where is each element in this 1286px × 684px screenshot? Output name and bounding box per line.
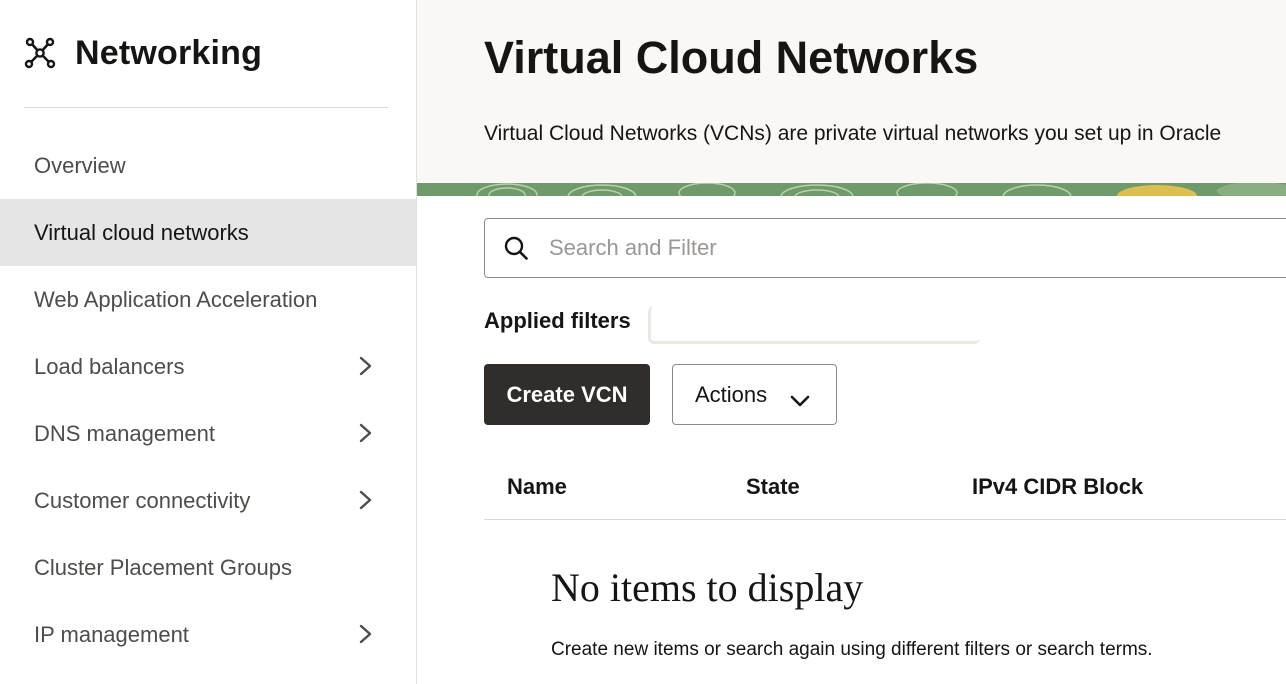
actions-menu-button[interactable]: Actions — [672, 364, 837, 425]
sidebar-brand: Networking — [24, 30, 262, 76]
sidebar-item-label: IP management — [34, 621, 189, 647]
chevron-right-icon[interactable] — [356, 623, 376, 645]
column-header-ipv4-cidr-block[interactable]: IPv4 CIDR Block — [972, 474, 1143, 500]
sidebar-item-load-balancers[interactable]: Load balancers — [0, 333, 416, 400]
search-icon — [503, 235, 529, 261]
page-header: Virtual Cloud Networks Virtual Cloud Net… — [417, 0, 1286, 183]
sidebar-item-label: Cluster Placement Groups — [34, 554, 292, 580]
header-banner-image — [417, 183, 1286, 196]
sidebar-item-web-application-acceleration[interactable]: Web Application Acceleration — [0, 266, 416, 333]
sidebar-item-label: Web Application Acceleration — [34, 286, 318, 312]
sidebar-item-customer-connectivity[interactable]: Customer connectivity — [0, 467, 416, 534]
sidebar-nav: Overview Virtual cloud networks Web Appl… — [0, 132, 416, 668]
sidebar-title: Networking — [75, 33, 263, 72]
chevron-right-icon[interactable] — [356, 489, 376, 511]
sidebar-item-label: Customer connectivity — [34, 487, 251, 513]
column-header-name[interactable]: Name — [507, 474, 567, 500]
sidebar: Networking Overview Virtual cloud networ… — [0, 0, 417, 684]
sidebar-divider — [24, 107, 388, 108]
empty-state-title: No items to display — [551, 565, 864, 610]
applied-filters-area — [648, 306, 980, 344]
sidebar-item-dns-management[interactable]: DNS management — [0, 400, 416, 467]
create-vcn-button[interactable]: Create VCN — [484, 364, 650, 425]
page-title: Virtual Cloud Networks — [484, 32, 979, 83]
network-icon — [24, 37, 56, 69]
column-header-state[interactable]: State — [746, 474, 800, 500]
empty-state-description: Create new items or search again using d… — [551, 639, 1153, 660]
chevron-down-icon — [789, 388, 811, 406]
sidebar-item-ip-management[interactable]: IP management — [0, 601, 416, 668]
sidebar-item-label: Load balancers — [34, 353, 185, 379]
sidebar-item-label: Overview — [34, 152, 126, 178]
applied-filters-label: Applied filters — [484, 308, 631, 333]
sidebar-item-label: DNS management — [34, 420, 215, 446]
table-header-row: Name State IPv4 CIDR Block — [484, 456, 1286, 520]
actions-button-label: Actions — [695, 381, 768, 407]
chevron-right-icon[interactable] — [356, 422, 376, 444]
sidebar-item-overview[interactable]: Overview — [0, 132, 416, 199]
search-input[interactable] — [547, 234, 1151, 262]
page-description: Virtual Cloud Networks (VCNs) are privat… — [484, 122, 1222, 145]
chevron-right-icon[interactable] — [356, 355, 376, 377]
sidebar-item-cluster-placement-groups[interactable]: Cluster Placement Groups — [0, 534, 416, 601]
sidebar-item-virtual-cloud-networks[interactable]: Virtual cloud networks — [0, 199, 416, 266]
search-and-filter-bar[interactable] — [484, 218, 1286, 278]
sidebar-item-label: Virtual cloud networks — [34, 219, 249, 245]
